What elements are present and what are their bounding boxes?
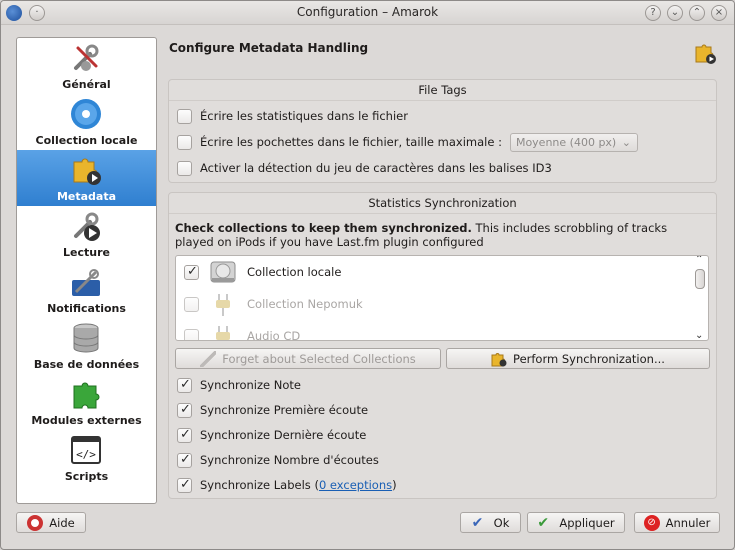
- sidebar-item-plugins[interactable]: Modules externes: [17, 374, 156, 430]
- lifebuoy-icon: [27, 514, 44, 531]
- stats-sync-group: Statistics Synchronization Check collect…: [168, 192, 717, 499]
- sidebar-item-general[interactable]: Général: [17, 38, 156, 94]
- labels-close-paren: ): [392, 478, 397, 492]
- svg-text:</>: </>: [76, 448, 96, 461]
- tools-icon: [74, 44, 99, 71]
- sidebar-item-label: Notifications: [47, 302, 126, 315]
- sync-note-checkbox[interactable]: [177, 377, 192, 393]
- collection-label: Collection Nepomuk: [247, 297, 363, 311]
- group-title: Statistics Synchronization: [368, 196, 517, 210]
- write-covers-checkbox[interactable]: [177, 134, 192, 150]
- collection-label: Collection locale: [247, 265, 342, 279]
- sync-playcount-row: Synchronize Nombre d'écoutes: [177, 451, 379, 469]
- playback-icon: [74, 212, 100, 241]
- puzzle-play-icon: [73, 158, 101, 185]
- puzzle-sync-icon: [491, 352, 507, 366]
- sidebar-item-label: Modules externes: [31, 414, 142, 427]
- sidebar-item-label: Collection locale: [35, 134, 138, 147]
- sync-labels-checkbox[interactable]: [177, 477, 192, 493]
- sidebar-item-label: Général: [62, 78, 111, 91]
- scroll-up-icon[interactable]: ⌃: [695, 256, 703, 265]
- sync-last-played-row: Synchronize Dernière écoute: [177, 426, 366, 444]
- sidebar-item-label: Base de données: [33, 358, 140, 371]
- sync-note-label[interactable]: Synchronize Note: [200, 378, 301, 392]
- apply-button[interactable]: ✔ Appliquer: [527, 512, 625, 533]
- minimize-icon[interactable]: ⌄: [667, 5, 683, 21]
- write-stats-label[interactable]: Écrire les statistiques dans le fichier: [200, 109, 408, 123]
- close-icon[interactable]: ×: [711, 5, 727, 21]
- sidebar-item-metadata[interactable]: Metadata: [17, 150, 156, 206]
- plugin-icon: [73, 382, 100, 409]
- check-icon: ✔: [537, 514, 550, 531]
- scrollbar-thumb[interactable]: [695, 269, 705, 289]
- sync-last-played-checkbox[interactable]: [177, 427, 192, 443]
- sync-labels-label[interactable]: Synchronize Labels (: [200, 478, 319, 492]
- write-stats-row: Écrire les statistiques dans le fichier: [177, 107, 408, 125]
- write-stats-checkbox[interactable]: [177, 108, 192, 124]
- collection-local-checkbox[interactable]: [184, 264, 199, 280]
- sidebar-item-label: Lecture: [63, 246, 110, 259]
- sync-playcount-label[interactable]: Synchronize Nombre d'écoutes: [200, 453, 379, 467]
- scripts-icon: </>: [71, 436, 101, 464]
- exceptions-link[interactable]: 0 exceptions: [319, 478, 392, 492]
- sidebar-item-label: Metadata: [56, 190, 117, 203]
- database-icon: [73, 323, 99, 353]
- list-item[interactable]: Collection locale: [176, 256, 696, 288]
- sidebar-item-playback[interactable]: Lecture: [17, 206, 156, 262]
- plug-icon: [216, 294, 230, 316]
- sidebar-item-scripts[interactable]: </> Scripts: [17, 430, 156, 486]
- config-window: · Configuration – Amarok ? ⌄ ⌃ × Général…: [0, 0, 735, 550]
- collection-audiocd-checkbox[interactable]: [184, 328, 199, 340]
- collection-nepomuk-checkbox[interactable]: [184, 296, 199, 312]
- cancel-button[interactable]: ⊘ Annuler: [634, 512, 720, 533]
- sidebar-item-notifications[interactable]: Notifications: [17, 262, 156, 318]
- write-covers-label[interactable]: Écrire les pochettes dans le fichier, ta…: [200, 135, 502, 149]
- collection-label: Audio CD: [247, 329, 301, 341]
- forget-collections-button[interactable]: Forget about Selected Collections: [175, 348, 441, 369]
- sync-description: Check collections to keep them synchroni…: [175, 221, 705, 249]
- charset-detect-label[interactable]: Activer la détection du jeu de caractère…: [200, 161, 552, 175]
- collections-list[interactable]: Collection locale Collection Nepomuk Aud…: [175, 255, 709, 341]
- broom-icon: [200, 350, 217, 367]
- ok-button[interactable]: ✔ Ok: [460, 512, 521, 533]
- plug-icon: [216, 326, 230, 340]
- file-tags-group: File Tags Écrire les statistiques dans l…: [168, 79, 717, 183]
- chevron-down-icon: ⌄: [621, 135, 631, 149]
- page-title: Configure Metadata Handling: [169, 41, 369, 55]
- sync-first-played-label[interactable]: Synchronize Première écoute: [200, 403, 368, 417]
- sync-first-played-row: Synchronize Première écoute: [177, 401, 368, 419]
- cover-size-value: Moyenne (400 px): [515, 135, 617, 149]
- charset-detect-checkbox[interactable]: [177, 160, 192, 176]
- notifications-icon: [72, 269, 100, 296]
- list-item[interactable]: Audio CD: [176, 320, 696, 341]
- sidebar-item-local-collection[interactable]: Collection locale: [17, 94, 156, 150]
- disc-icon: [71, 99, 101, 129]
- sync-first-played-checkbox[interactable]: [177, 402, 192, 418]
- maximize-icon[interactable]: ⌃: [689, 5, 705, 21]
- perform-sync-button[interactable]: Perform Synchronization...: [446, 348, 710, 369]
- sync-description-bold: Check collections to keep them synchroni…: [175, 221, 472, 235]
- list-item[interactable]: Collection Nepomuk: [176, 288, 696, 320]
- window-title: Configuration – Amarok: [296, 5, 439, 19]
- settings-sidebar: Général Collection locale Metadata Lectu…: [16, 37, 157, 504]
- charset-row: Activer la détection du jeu de caractère…: [177, 159, 552, 177]
- sync-labels-row: Synchronize Labels ( 0 exceptions ): [177, 476, 397, 494]
- sync-playcount-checkbox[interactable]: [177, 452, 192, 468]
- puzzle-play-icon: [695, 44, 716, 64]
- sync-note-row: Synchronize Note: [177, 376, 301, 394]
- scroll-down-icon[interactable]: ⌄: [695, 330, 703, 340]
- cancel-icon: ⊘: [643, 514, 660, 531]
- check-icon: ✔: [471, 514, 484, 531]
- cover-size-select[interactable]: Moyenne (400 px) ⌄: [509, 132, 638, 152]
- titlebar: · Configuration – Amarok ? ⌄ ⌃ ×: [1, 1, 734, 25]
- hard-drive-icon: [210, 261, 236, 283]
- collections-scrollbar[interactable]: ⌃ ⌄: [693, 256, 707, 340]
- sidebar-item-label: Scripts: [64, 470, 109, 483]
- group-title: File Tags: [418, 83, 467, 97]
- sync-last-played-label[interactable]: Synchronize Dernière écoute: [200, 428, 366, 442]
- write-covers-row: Écrire les pochettes dans le fichier, ta…: [177, 132, 638, 152]
- sidebar-item-database[interactable]: Base de données: [17, 318, 156, 374]
- help-button[interactable]: Aide: [16, 512, 86, 533]
- help-icon[interactable]: ?: [645, 5, 661, 21]
